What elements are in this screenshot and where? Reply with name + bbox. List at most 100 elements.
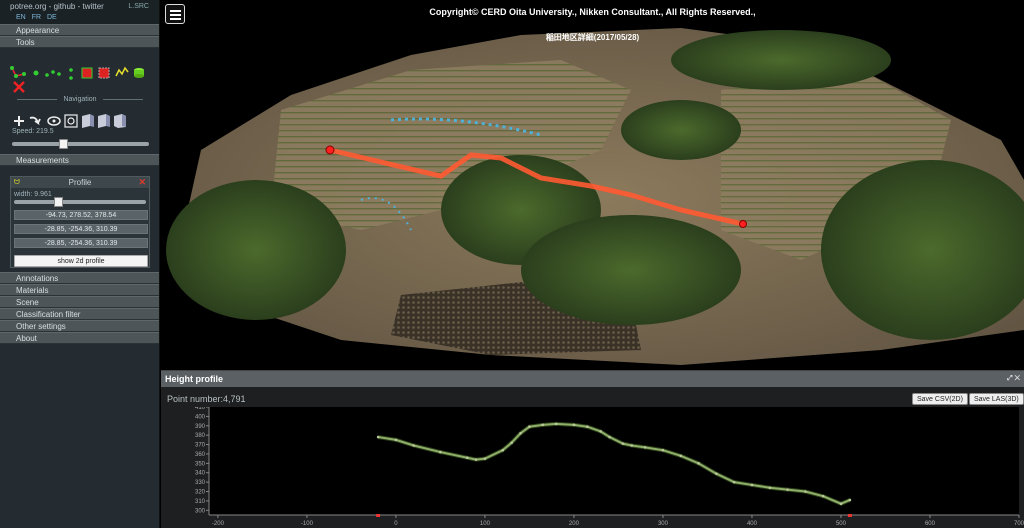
profile-point-2: -28.85, -254.36, 310.39 <box>14 224 148 234</box>
lang-en[interactable]: EN <box>16 14 26 21</box>
forest-left <box>166 180 346 320</box>
x-tick-label: 0 <box>394 521 398 527</box>
distance-tool-icon[interactable] <box>45 70 61 77</box>
profile-point <box>465 456 469 460</box>
profile-point <box>572 423 576 427</box>
y-tick-label: 410 <box>195 407 206 411</box>
profile-point <box>697 462 700 465</box>
speed-label: Speed: 219.5 <box>12 128 54 135</box>
3d-viewport[interactable]: Copyright© CERD Oita University., Nikken… <box>161 0 1024 370</box>
lang-de[interactable]: DE <box>47 14 57 21</box>
profile-point <box>510 441 513 444</box>
show-2d-profile-button[interactable]: show 2d profile <box>14 255 148 267</box>
profile-point <box>661 448 665 452</box>
speed-slider-handle[interactable] <box>58 139 68 149</box>
profile-title: Profile <box>68 178 92 187</box>
top-view-icon[interactable] <box>114 114 126 128</box>
height-profile-window: Height profile ⤢ ✕ Point number:4,791 Sa… <box>161 370 1024 528</box>
tools-panel <box>0 48 159 94</box>
profile-point <box>839 502 843 506</box>
remove-all-measurements-icon[interactable] <box>13 81 25 93</box>
profile-point <box>554 422 558 426</box>
close-icon[interactable]: ✕ <box>138 177 146 188</box>
section-scene[interactable]: Scene <box>0 296 159 308</box>
angle-tool-icon[interactable] <box>10 66 26 78</box>
left-view-icon[interactable] <box>82 114 94 128</box>
x-tick-label: 100 <box>480 521 491 527</box>
earth-controls-icon[interactable] <box>14 116 24 126</box>
save-las-button[interactable]: Save LAS(3D) <box>969 393 1024 405</box>
profile-point-1: -94.73, 278.52, 378.54 <box>14 210 148 220</box>
section-appearance[interactable]: Appearance <box>0 24 159 36</box>
profile-point <box>608 435 611 439</box>
fly-controls-icon[interactable] <box>29 116 41 126</box>
point-number-label: Point number:4,791 <box>167 394 246 404</box>
sidebar-header: potree.org - github - twitter L.SRC EN F… <box>0 0 159 24</box>
height-profile-header: Height profile ⤢ ✕ <box>161 371 1024 387</box>
measurements-panel: ᗢ Profile ✕ width: 9.961 -94.73, 278.52,… <box>0 166 159 272</box>
profile-point <box>750 483 754 487</box>
profile-width-slider[interactable] <box>14 200 146 204</box>
y-tick-label: 360 <box>195 452 206 458</box>
section-annotations[interactable]: Annotations <box>0 272 159 284</box>
height-profile-title: Height profile <box>165 374 223 384</box>
section-measurements[interactable]: Measurements <box>0 154 159 166</box>
profile-end-marker <box>376 514 381 517</box>
x-tick-label: 400 <box>747 521 758 527</box>
profile-point <box>501 448 505 452</box>
profile-end-marker[interactable] <box>739 220 747 228</box>
y-tick-label: 390 <box>195 424 206 430</box>
height-profile-chart[interactable]: 300 310 320 330 340 350 360 370 380 390 400 410 -200… <box>161 407 1024 528</box>
volume-tool-icon[interactable] <box>98 67 110 79</box>
focus-icon[interactable] <box>64 114 78 128</box>
y-tick-label: 300 <box>195 508 206 514</box>
profile-point <box>848 498 852 502</box>
sidebar-sections: Annotations Materials Scene Classificati… <box>0 272 159 344</box>
save-csv-button[interactable]: Save CSV(2D) <box>912 393 968 405</box>
orbit-controls-icon[interactable] <box>47 116 61 126</box>
lang-fr[interactable]: FR <box>32 14 41 21</box>
profile-point <box>821 494 825 498</box>
section-materials[interactable]: Materials <box>0 284 159 296</box>
profile-header: ᗢ Profile ✕ <box>11 177 149 188</box>
area-tool-icon[interactable] <box>81 67 93 79</box>
navigation-title: Navigation <box>0 96 159 103</box>
profile-tool-icon[interactable] <box>115 66 129 77</box>
y-tick-label: 350 <box>195 461 206 467</box>
profile-point <box>621 442 625 445</box>
window-controls[interactable]: ⤢ ✕ <box>1007 371 1020 387</box>
copyright-notice: Copyright© CERD Oita University., Nikken… <box>429 7 756 17</box>
profile-point <box>786 488 789 491</box>
y-tick-label: 380 <box>195 433 206 439</box>
y-tick-label: 340 <box>195 471 206 477</box>
profile-point <box>483 457 487 460</box>
section-other-settings[interactable]: Other settings <box>0 320 159 332</box>
y-tick-label: 320 <box>195 490 206 496</box>
section-classification-filter[interactable]: Classification filter <box>0 308 159 320</box>
lsrc-label: L.SRC <box>128 3 149 10</box>
profile-point-3: -28.85, -254.36, 310.39 <box>14 238 148 248</box>
x-tick-label: 500 <box>836 521 847 527</box>
profile-measurement: ᗢ Profile ✕ width: 9.961 -94.73, 278.52,… <box>10 176 150 268</box>
section-about[interactable]: About <box>0 332 159 344</box>
profile-point <box>439 450 442 454</box>
height-tool-icon[interactable] <box>69 68 73 80</box>
point-cloud-render[interactable] <box>161 0 1024 370</box>
y-tick-label: 330 <box>195 480 206 486</box>
speed-slider[interactable] <box>12 142 149 146</box>
navigation-panel: Navigation Speed: 219.5 <box>0 94 159 154</box>
y-tick-label: 370 <box>195 443 206 449</box>
profile-start-marker[interactable] <box>325 145 335 155</box>
profile-point <box>768 486 772 490</box>
language-selector: EN FR DE <box>16 14 61 21</box>
profile-point <box>474 458 478 461</box>
point-tool-icon[interactable] <box>33 70 39 76</box>
brand-links[interactable]: potree.org - github - twitter <box>10 2 104 11</box>
front-view-icon[interactable] <box>98 114 110 128</box>
profile-width-slider-handle[interactable] <box>53 197 63 207</box>
profile-point <box>412 444 416 447</box>
section-tools[interactable]: Tools <box>0 36 159 48</box>
x-tick-label: 700 <box>1014 521 1024 527</box>
profile-point <box>394 438 398 442</box>
clip-volume-icon[interactable] <box>134 68 144 78</box>
